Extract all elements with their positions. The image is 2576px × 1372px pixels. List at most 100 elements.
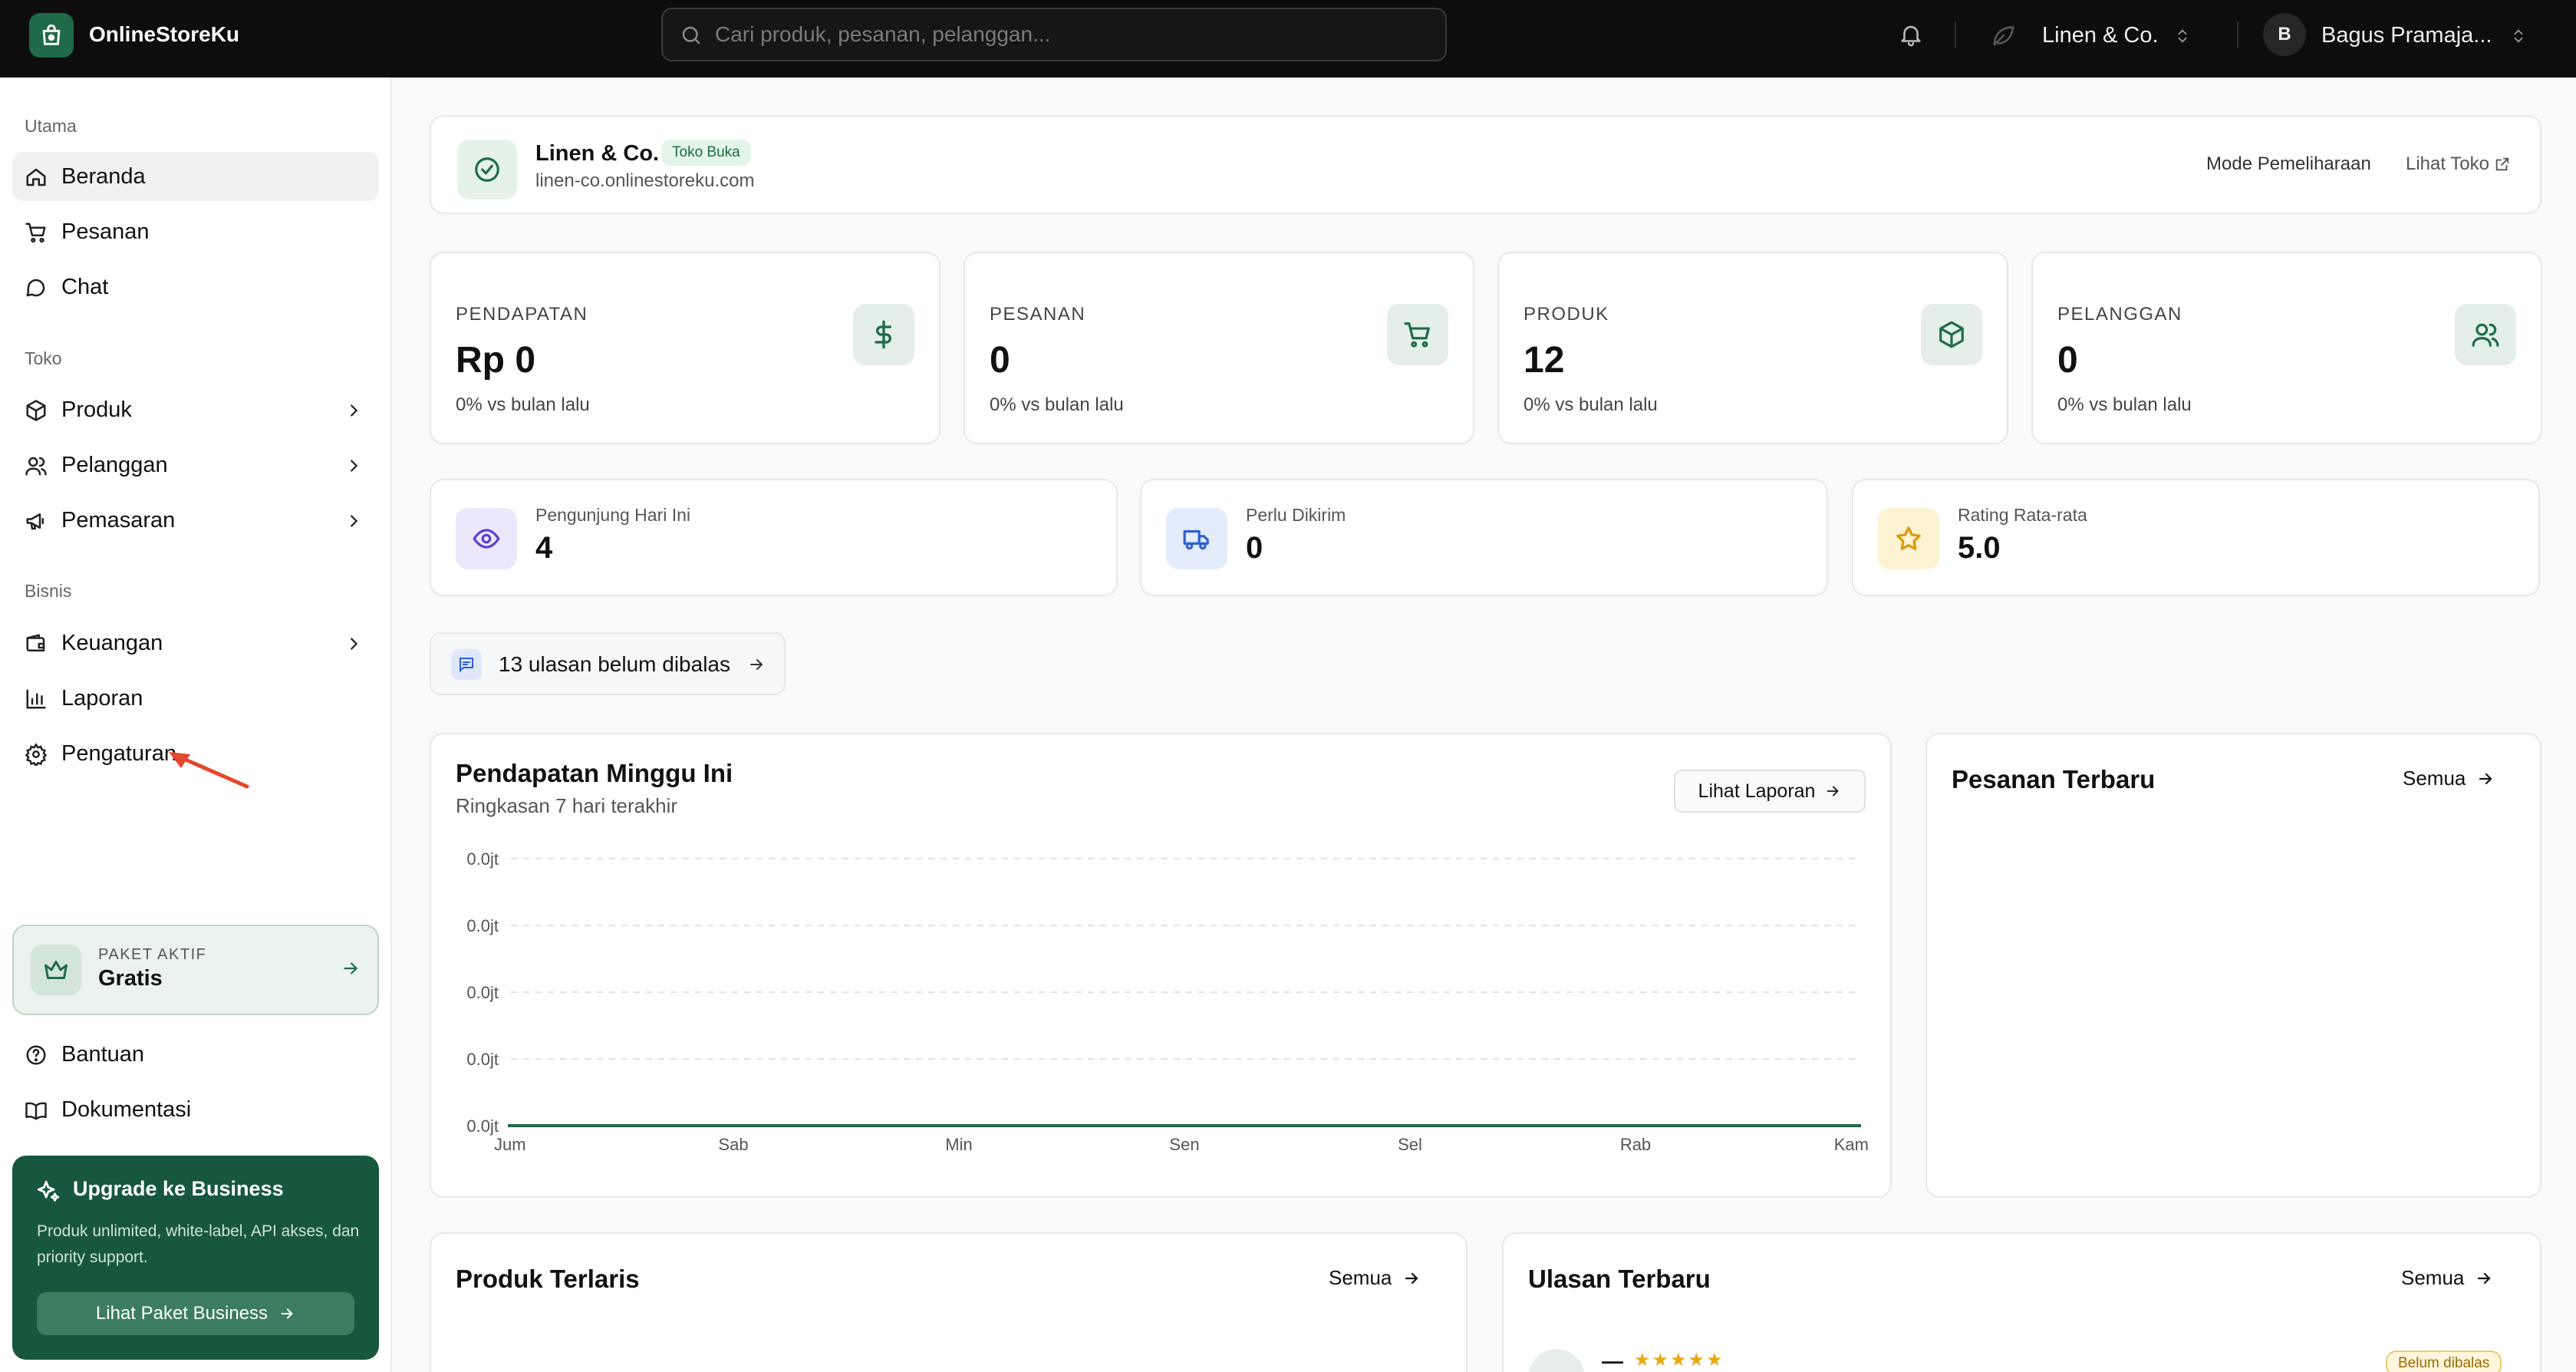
bar-chart-icon	[26, 689, 46, 709]
x-tick-label: Sab	[718, 1135, 748, 1154]
store-url[interactable]: linen-co.onlinestoreku.com	[535, 170, 754, 192]
chevron-updown-icon	[2178, 29, 2187, 43]
x-tick-label: Sen	[1169, 1135, 1199, 1154]
sidebar-item-label: Pelanggan	[61, 453, 168, 477]
store-switcher[interactable]: Linen & Co.	[1988, 14, 2203, 57]
view-store-link[interactable]: Lihat Toko	[2406, 153, 2511, 175]
sidebar-item-laporan[interactable]: Laporan	[12, 674, 379, 723]
sidebar-item-label: Bantuan	[61, 1042, 145, 1067]
top-bar: OnlineStoreKu Linen & Co. B Bagus Pramaj…	[0, 0, 2576, 78]
stat-delta: 0% vs bulan lalu	[990, 394, 1124, 415]
link-label: Semua	[1329, 1266, 1392, 1289]
megaphone-icon	[26, 513, 44, 530]
stat-card-orders: PESANAN 0 0% vs bulan lalu	[964, 252, 1474, 444]
mini-stat-value: 4	[535, 531, 553, 565]
cart-icon	[1387, 304, 1448, 365]
sidebar-item-label: Dokumentasi	[61, 1097, 192, 1122]
mini-stat-value: 0	[1246, 531, 1263, 565]
avatar: B	[2263, 13, 2306, 56]
mini-stat-label: Rating Rata-rata	[1958, 505, 2087, 525]
search-input[interactable]	[715, 18, 1405, 51]
plan-label: PAKET AKTIF	[98, 946, 207, 963]
chevron-right-icon	[351, 404, 358, 417]
stat-value: 0	[990, 340, 1010, 381]
x-tick-label: Kam	[1834, 1135, 1869, 1154]
stat-card-products: PRODUK 12 0% vs bulan lalu	[1497, 252, 2008, 444]
sidebar: Utama Beranda Pesanan Chat Toko Produk P…	[0, 78, 392, 1372]
mini-stat-label: Pengunjung Hari Ini	[535, 505, 691, 525]
sidebar-item-produk[interactable]: Produk	[12, 385, 379, 434]
home-icon	[26, 168, 46, 186]
sidebar-item-pengaturan[interactable]: Pengaturan	[12, 729, 379, 778]
reviews-view-all-link[interactable]: Semua	[2401, 1266, 2493, 1290]
stat-label: PELANGGAN	[2057, 304, 2182, 325]
sidebar-item-pesanan[interactable]: Pesanan	[12, 207, 379, 256]
upgrade-card: Upgrade ke Business Produk unlimited, wh…	[12, 1156, 379, 1360]
stat-value: 12	[1524, 340, 1565, 381]
search-icon	[682, 26, 700, 45]
check-circle-icon	[457, 140, 517, 200]
section-title: Bisnis	[25, 581, 72, 601]
orders-view-all-link[interactable]: Semua	[2403, 767, 2495, 790]
x-tick-label: Rab	[1620, 1135, 1651, 1154]
arrow-right-icon	[750, 659, 763, 670]
stat-delta: 0% vs bulan lalu	[2057, 394, 2192, 415]
maintenance-mode-button[interactable]: Mode Pemeliharaan	[2206, 153, 2371, 175]
dollar-icon	[853, 304, 914, 365]
notification-bell-icon[interactable]	[1898, 19, 1924, 50]
view-business-plan-button[interactable]: Lihat Paket Business	[37, 1292, 354, 1335]
sidebar-item-label: Pemasaran	[61, 508, 176, 533]
pending-reviews-button[interactable]: 13 ulasan belum dibalas	[430, 632, 786, 695]
sidebar-item-chat[interactable]: Chat	[12, 262, 379, 312]
reviewer-name: —	[1602, 1349, 1623, 1372]
section-heading: Pesanan Terbaru	[1952, 765, 2156, 793]
stat-delta: 0% vs bulan lalu	[456, 394, 590, 415]
y-tick-label: 0.0jt	[466, 916, 499, 935]
brand-name[interactable]: OnlineStoreKu	[89, 20, 239, 49]
arrow-right-icon	[1405, 1272, 1418, 1284]
pending-reviews-label: 13 ulasan belum dibalas	[499, 652, 730, 676]
sidebar-item-dokumentasi[interactable]: Dokumentasi	[12, 1085, 379, 1134]
x-tick-label: Jum	[494, 1135, 526, 1154]
sidebar-item-bantuan[interactable]: Bantuan	[12, 1030, 379, 1079]
leaf-icon	[1993, 26, 2014, 46]
sidebar-item-pelanggan[interactable]: Pelanggan	[12, 440, 379, 490]
gear-icon	[25, 743, 48, 766]
arrow-right-icon	[281, 1308, 293, 1319]
store-switcher-label: Linen & Co.	[2042, 23, 2159, 48]
best-products-view-all-link[interactable]: Semua	[1329, 1266, 1421, 1290]
box-icon	[26, 400, 46, 421]
best-products-card: Produk Terlaris Semua	[430, 1232, 1468, 1372]
cart-icon	[25, 223, 46, 243]
status-badge: Toko Buka	[661, 140, 751, 166]
x-tick-label: Min	[945, 1135, 972, 1154]
rating-stars: ★★★★★	[1634, 1350, 1724, 1370]
box-icon	[1921, 304, 1982, 365]
star-icon	[1878, 508, 1939, 569]
sidebar-item-pemasaran[interactable]: Pemasaran	[12, 496, 379, 545]
arrow-right-icon	[2479, 773, 2492, 784]
active-plan-card[interactable]: PAKET AKTIF Gratis	[12, 925, 379, 1015]
store-status-card: Linen & Co. Toko Buka linen-co.onlinesto…	[430, 115, 2541, 214]
store-name: Linen & Co.	[535, 141, 660, 166]
chevron-right-icon	[351, 638, 358, 650]
y-tick-label: 0.0jt	[466, 1116, 499, 1136]
arrow-right-icon	[2478, 1272, 2491, 1284]
divider	[2237, 21, 2238, 48]
crown-icon	[31, 945, 81, 995]
sparkles-icon	[37, 1180, 60, 1202]
external-link-icon	[2495, 157, 2509, 171]
mini-stat-value: 5.0	[1958, 531, 2001, 565]
stat-value: Rp 0	[456, 340, 536, 381]
sidebar-item-beranda[interactable]: Beranda	[12, 152, 379, 201]
sidebar-item-keuangan[interactable]: Keuangan	[12, 618, 379, 668]
y-tick-label: 0.0jt	[466, 849, 499, 869]
user-menu[interactable]: B Bagus Pramaja...	[2263, 12, 2532, 59]
global-search[interactable]	[661, 8, 1447, 61]
store-logo-icon[interactable]	[29, 13, 74, 58]
mini-stat-rating: Rating Rata-rata 5.0	[1852, 479, 2540, 596]
mini-stat-label: Perlu Dikirim	[1246, 505, 1346, 525]
section-title: Toko	[25, 348, 62, 368]
sidebar-item-label: Laporan	[61, 686, 143, 711]
link-label: Semua	[2401, 1266, 2465, 1289]
